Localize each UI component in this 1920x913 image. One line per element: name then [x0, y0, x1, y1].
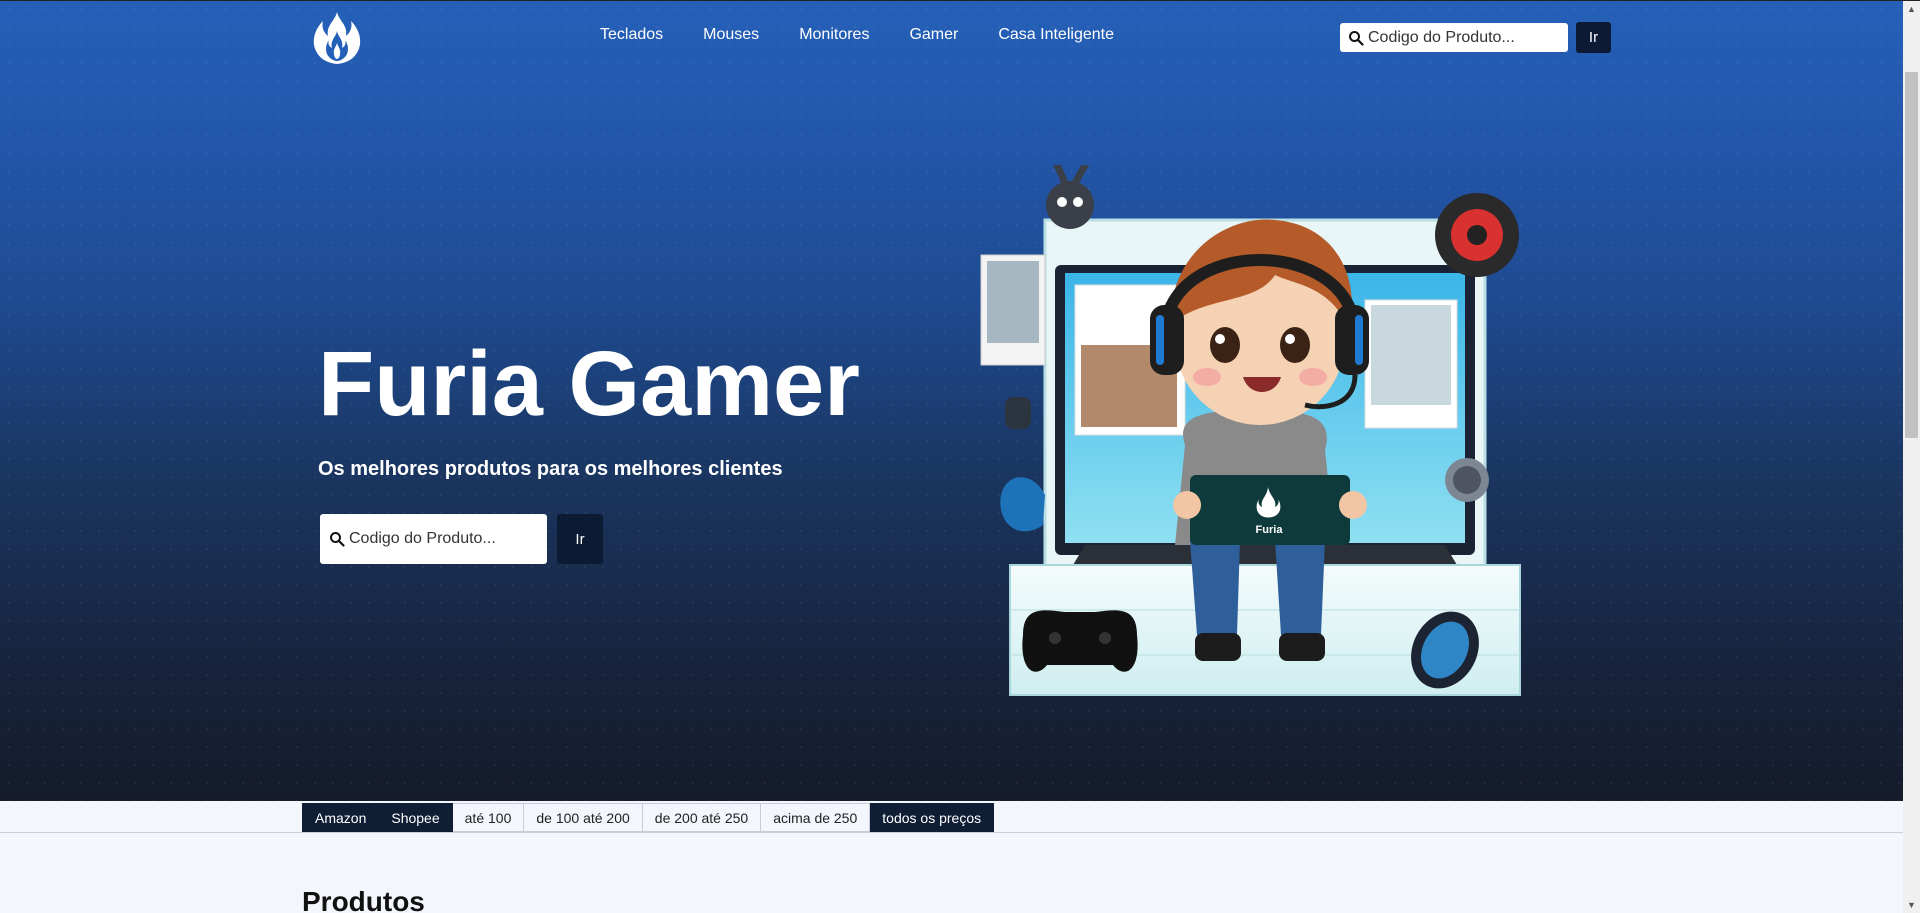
hero-search-box [320, 514, 547, 564]
filter-200-250[interactable]: de 200 até 250 [642, 803, 762, 832]
window-top-border [0, 0, 1920, 1]
tablet-brand-text: Furia [1256, 524, 1284, 536]
nav-link-casa-inteligente[interactable]: Casa Inteligente [998, 26, 1114, 44]
filter-ate-100[interactable]: até 100 [452, 803, 525, 832]
hero-search-input[interactable] [349, 530, 539, 548]
hero-title: Furia Gamer [318, 333, 860, 435]
filter-100-200[interactable]: de 100 até 200 [524, 803, 643, 832]
filter-acima-250[interactable]: acima de 250 [761, 803, 871, 832]
nav-link-mouses[interactable]: Mouses [703, 26, 759, 44]
hero-subtitle: Os melhores produtos para os melhores cl… [318, 458, 783, 480]
nav-link-monitores[interactable]: Monitores [799, 26, 869, 44]
nav-links: Teclados Mouses Monitores Gamer Casa Int… [600, 26, 1154, 44]
nav-search-button[interactable]: Ir [1576, 22, 1611, 53]
hero-section [0, 0, 1903, 801]
filter-amazon[interactable]: Amazon [302, 803, 380, 832]
nav-search-input[interactable] [1368, 28, 1558, 47]
scroll-down-icon[interactable]: ▼ [1903, 896, 1920, 913]
filter-todos-os-precos[interactable]: todos os preços [870, 803, 995, 832]
hero-search-button[interactable]: Ir [557, 514, 603, 564]
search-icon [330, 532, 345, 547]
nav-link-teclados[interactable]: Teclados [600, 26, 663, 44]
filter-shopee[interactable]: Shopee [379, 803, 453, 832]
hero-gamer-illustration: Furia [980, 165, 1521, 696]
nav-link-gamer[interactable]: Gamer [909, 26, 958, 44]
scrollbar-thumb[interactable] [1905, 72, 1918, 438]
navbar: Teclados Mouses Monitores Gamer Casa Int… [0, 0, 1903, 75]
filter-group: Amazon Shopee até 100 de 100 até 200 de … [302, 803, 995, 832]
scroll-up-icon[interactable]: ▲ [1903, 0, 1920, 17]
products-section-title: Produtos [302, 886, 425, 913]
filter-bar: Amazon Shopee até 100 de 100 até 200 de … [0, 801, 1903, 833]
flame-logo-icon[interactable] [308, 9, 366, 67]
nav-search-box [1340, 23, 1568, 52]
search-icon [1349, 30, 1364, 46]
